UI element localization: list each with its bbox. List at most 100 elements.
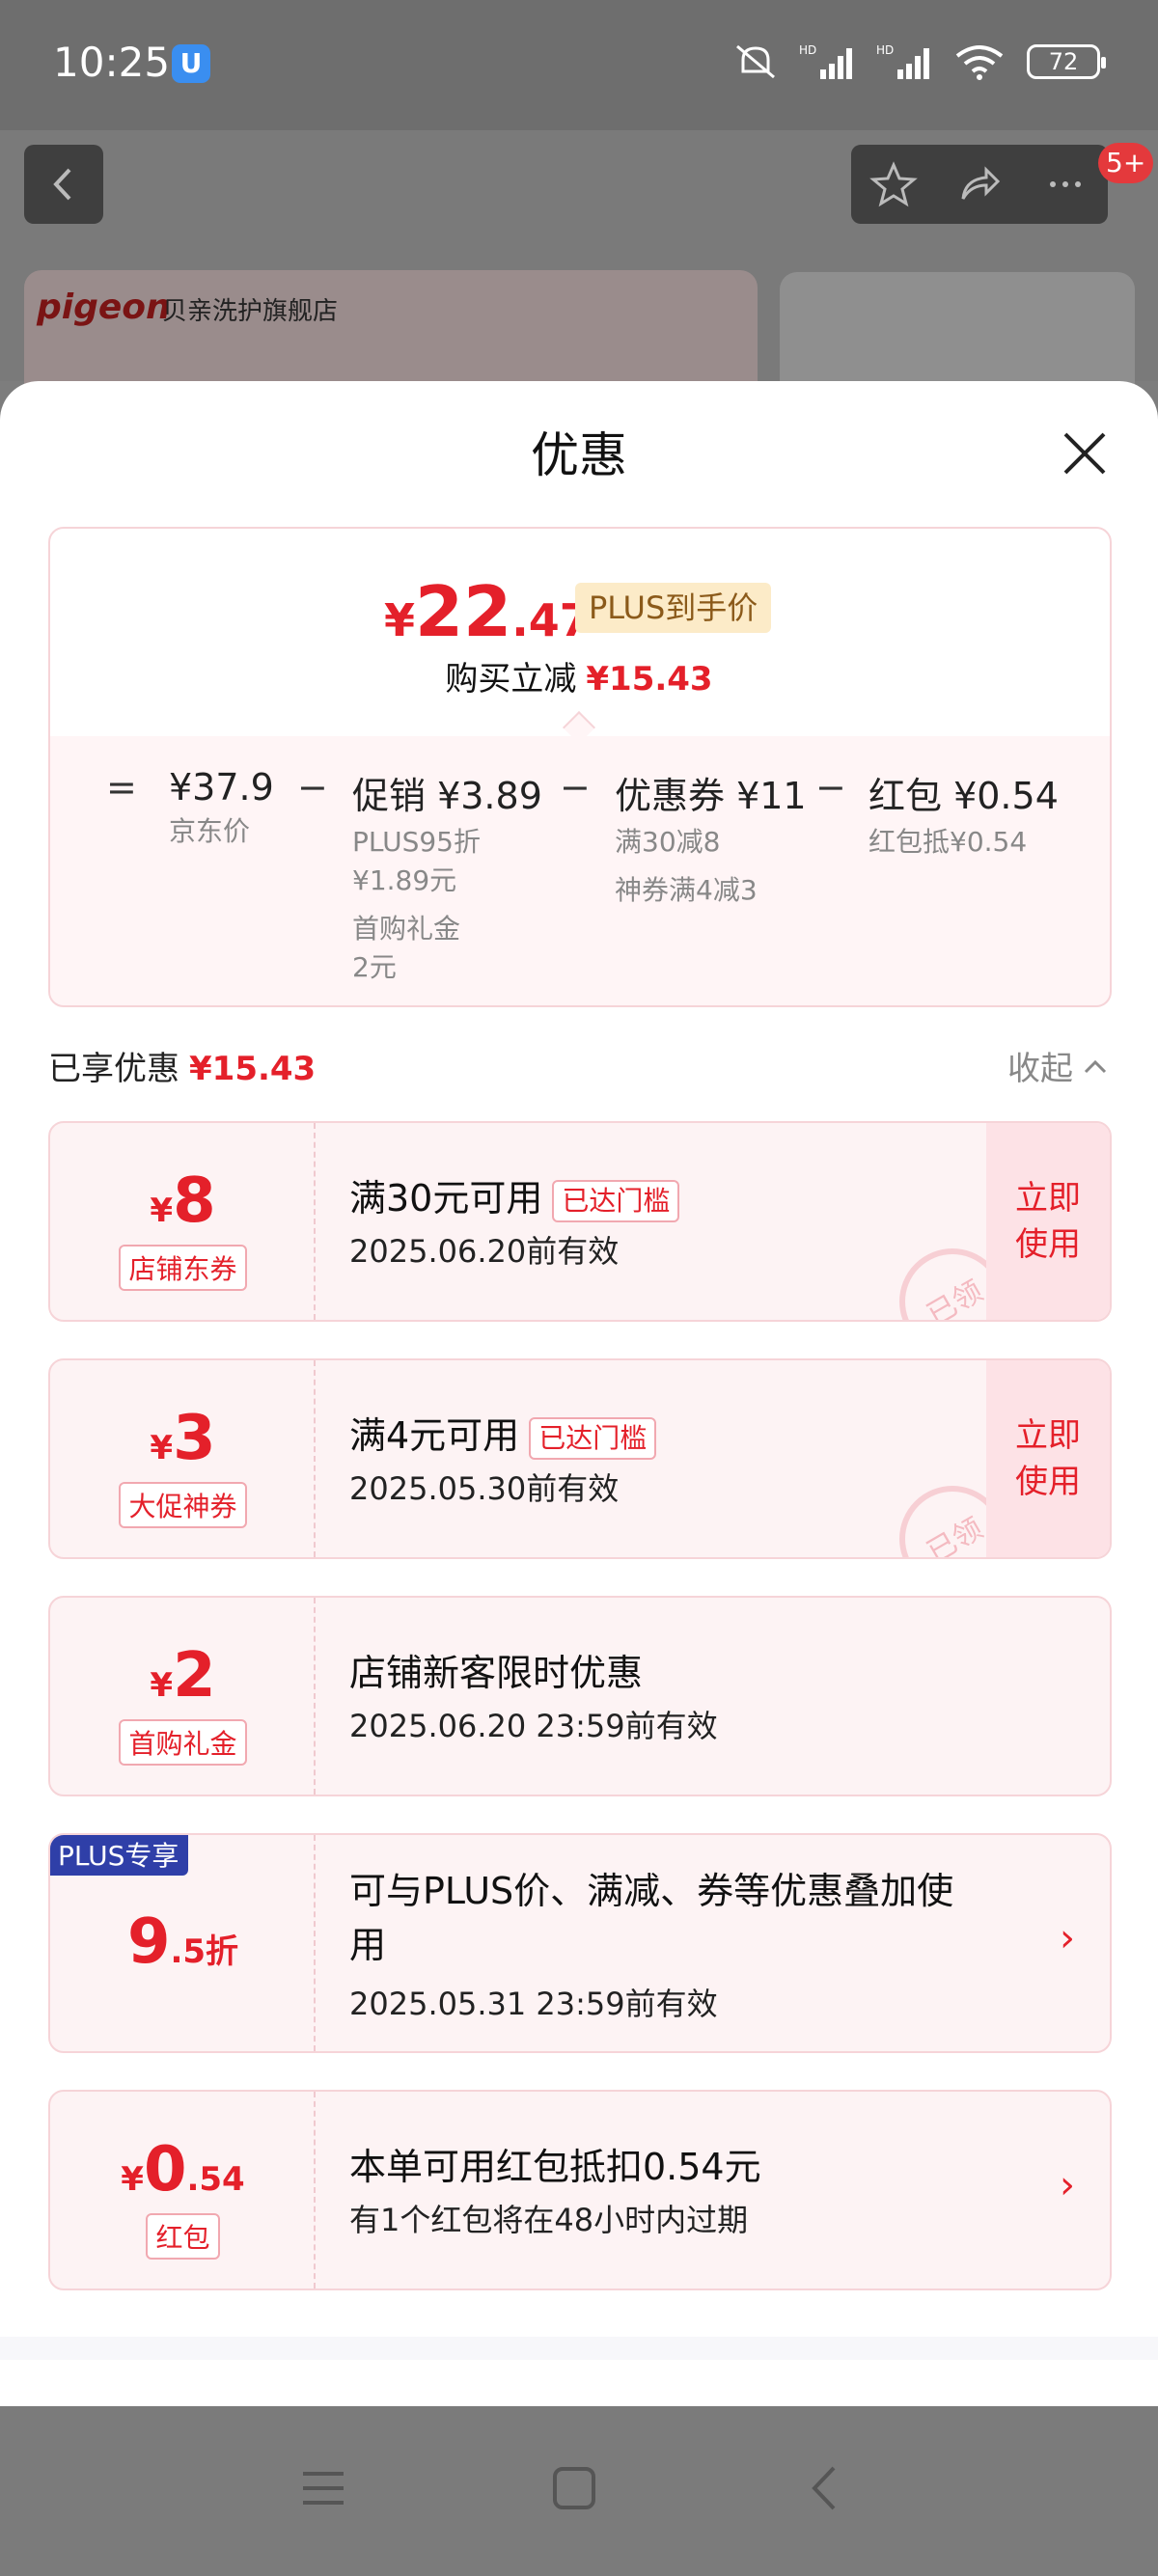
back-nav-icon[interactable] [801,2464,849,2512]
status-bar: 10:25 U HD HD 72 [0,0,1158,130]
redpacket-title: 本单可用红包抵扣0.54元 [349,2146,761,2188]
use-now-label: 立即使用 [1015,1179,1081,1264]
coupon-amount: 3 [173,1403,216,1474]
promo-line: 2元 [352,951,397,983]
shop-name: 贝亲洗护旗舰店 [162,297,339,326]
promo-line: ¥1.89元 [352,864,457,896]
discount-title-line: 可与PLUS价、满减、券等优惠叠加使 [349,1870,954,1912]
discount-title-line: 用 [349,1924,387,1966]
home-icon[interactable] [550,2464,598,2512]
coupon-card: ¥2 首购礼金 店铺新客限时优惠 2025.06.20 23:59前有效 [48,1596,1112,1796]
system-navigation-bar [0,2406,1158,2576]
coupon-line: 满30减8 [615,826,721,858]
formula-equals: = [106,766,137,808]
close-icon [1063,432,1106,475]
coupon-currency: ¥ [150,1429,174,1467]
coupon-amount: 2 [173,1640,216,1712]
coupon-title: 满30元可用 已达门槛 [349,1171,680,1225]
enjoyed-discount: 已享优惠 ¥15.43 [48,1042,316,1089]
redpacket-detail: 红包抵¥0.54 [868,826,1028,858]
stamp-text: 已领 [922,1511,989,1559]
top-action-group [851,145,1108,224]
coupon-card: ¥3 大促神券 满4元可用 已达门槛 2025.05.30前有效 已领 立即使用 [48,1358,1112,1559]
redpacket-column: 红包 ¥0.54 红包抵¥0.54 [868,766,1059,862]
coupon-type-label: 店铺东券 [119,1245,247,1291]
jd-price: ¥37.9 [169,766,274,808]
chevron-right-icon: › [1060,2163,1075,2207]
svg-text:HD: HD [799,43,816,57]
chevron-right-icon: › [1060,1916,1075,1960]
share-icon[interactable] [955,160,1004,208]
jd-price-label: 京东价 [169,815,251,847]
instant-reduction: 购买立减 ¥15.43 [0,652,1158,699]
coupon-value: ¥3 [50,1403,316,1474]
sheet-footer-strip [0,2337,1158,2360]
redpacket-currency: ¥ [121,2160,144,2199]
coupon-date: 2025.06.20前有效 [349,1233,620,1270]
discount-date: 2025.05.31 23:59前有效 [349,1986,718,2022]
use-now-button[interactable]: 立即使用 [986,1123,1110,1320]
coupon-column: 优惠券 ¥11 满30减8 神券满4减3 [615,766,807,910]
collapse-label: 收起 [1007,1050,1073,1088]
stamp-text: 已领 [922,1274,989,1322]
coupon-title-text: 满30元可用 [349,1177,543,1219]
reduce-amount: ¥15.43 [586,660,713,699]
redpacket-note: 有1个红包将在48小时内过期 [349,2202,749,2238]
price-currency: ¥ [384,594,416,646]
coupon-title: 满4元可用 已达门槛 [349,1409,657,1463]
coupon-currency: ¥ [150,1192,174,1230]
threshold-badge: 已达门槛 [529,1416,657,1460]
redpacket-type-label: 红包 [146,2213,220,2260]
coupon-title: 店铺新客限时优惠 [349,1652,644,1694]
svg-text:HD: HD [876,43,894,57]
status-time: 10:25 [53,39,171,86]
close-button[interactable] [1060,428,1110,479]
coupon-type: 大促神券 [50,1482,316,1528]
chevron-left-icon [53,168,71,201]
coupon-card: ¥8 店铺东券 满30元可用 已达门槛 2025.06.20前有效 已领 立即使用 [48,1121,1112,1322]
more-icon[interactable] [1041,160,1089,208]
coupon-date: 2025.06.20 23:59前有效 [349,1708,718,1744]
threshold-badge: 已达门槛 [552,1179,680,1222]
coupon-amount: 8 [173,1165,216,1237]
use-now-button[interactable]: 立即使用 [986,1360,1110,1557]
favorite-star-icon[interactable] [869,160,919,208]
battery-indicator: 72 [1027,44,1106,79]
discount-suffix: .5折 [170,1932,239,1971]
redpacket-amount: 红包 ¥0.54 [868,775,1059,817]
coupon-title-text: 满4元可用 [349,1414,520,1457]
redpacket-type: 红包 [50,2213,316,2260]
collapse-button[interactable]: 收起 [1007,1042,1108,1089]
coupon-currency: ¥ [150,1666,174,1705]
coupon-date: 2025.05.30前有效 [349,1470,620,1507]
coupon-value: ¥2 [50,1640,316,1712]
coupon-type-label: 首购礼金 [119,1719,247,1766]
coupon-type: 首购礼金 [50,1719,316,1766]
reduce-label: 购买立减 [445,660,577,699]
back-button[interactable] [24,145,103,224]
formula-minus: − [560,766,591,808]
plus-discount-card[interactable]: PLUS专享 9.5折 可与PLUS价、满减、券等优惠叠加使 用 2025.05… [48,1833,1112,2053]
enjoyed-amount: ¥15.43 [189,1050,317,1088]
menu-icon[interactable] [299,2464,347,2512]
mute-icon [736,44,775,79]
redpacket-card[interactable]: ¥0.54 红包 本单可用红包抵扣0.54元 有1个红包将在48小时内过期 › [48,2090,1112,2290]
discount-value: 9.5折 [50,1906,316,1978]
app-notification-icon: U [172,44,210,83]
redpacket-amount: 0 [143,2134,187,2206]
coupon-value: ¥8 [50,1165,316,1237]
chevron-up-icon [1084,1059,1107,1073]
brand-logo: pigeon [37,288,171,327]
coupon-amount: 优惠券 ¥11 [615,775,807,817]
discount-title: 可与PLUS价、满减、券等优惠叠加使 用 [349,1864,1054,1972]
signal-1-icon: HD [799,43,852,79]
redpacket-value: ¥0.54 [50,2134,316,2206]
notification-badge: 5+ [1098,143,1154,183]
plus-price-tag: PLUS到手价 [575,583,772,633]
formula-minus: − [815,766,846,808]
discount-amount: 9 [126,1906,171,1978]
sheet-title: 优惠 [531,427,627,483]
plus-exclusive-badge: PLUS专享 [50,1835,189,1876]
formula-minus: − [297,766,328,808]
coupon-line: 神券满4减3 [615,874,758,906]
